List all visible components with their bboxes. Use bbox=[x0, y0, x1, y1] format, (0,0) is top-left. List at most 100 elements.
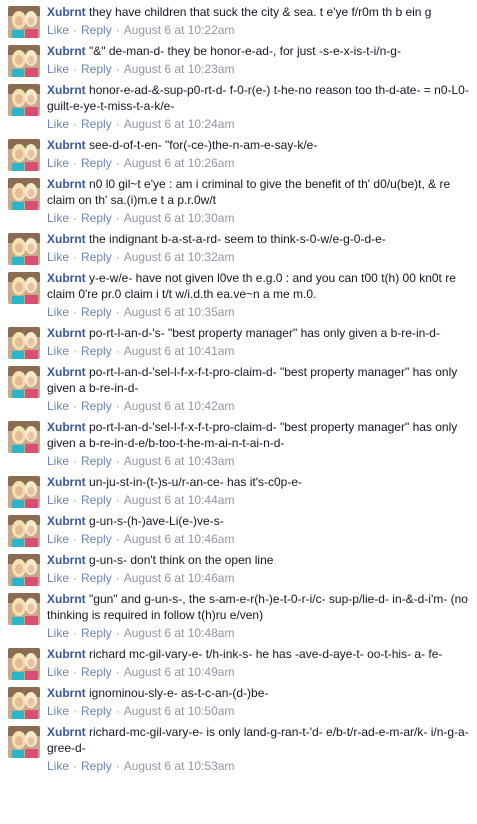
comment-text-line: Xubrnt they have children that suck the … bbox=[47, 4, 471, 20]
comment-author[interactable]: Xubrnt bbox=[47, 138, 86, 152]
separator: · bbox=[115, 626, 120, 640]
avatar[interactable] bbox=[8, 233, 40, 265]
comment-body: Xubrnt n0 l0 gil~t e'ye : am i criminal … bbox=[47, 176, 477, 227]
reply-link[interactable]: Reply bbox=[81, 454, 112, 468]
timestamp[interactable]: August 6 at 10:53am bbox=[124, 759, 235, 773]
comment-author[interactable]: Xubrnt bbox=[47, 475, 86, 489]
reply-link[interactable]: Reply bbox=[81, 665, 112, 679]
timestamp[interactable]: August 6 at 10:22am bbox=[124, 23, 235, 37]
comment-author[interactable]: Xubrnt bbox=[47, 686, 86, 700]
avatar[interactable] bbox=[8, 272, 40, 304]
comment-body: Xubrnt they have children that suck the … bbox=[47, 4, 477, 39]
avatar[interactable] bbox=[8, 178, 40, 210]
comment-body: Xubrnt honor-e-ad-&-sup-p0-rt-d- f-0-r(e… bbox=[47, 82, 477, 133]
like-link[interactable]: Like bbox=[47, 532, 69, 546]
comment-author[interactable]: Xubrnt bbox=[47, 514, 86, 528]
avatar[interactable] bbox=[8, 6, 40, 38]
reply-link[interactable]: Reply bbox=[81, 626, 112, 640]
comment: Xubrnt the indignant b-a-st-a-rd- seem t… bbox=[0, 227, 477, 266]
avatar[interactable] bbox=[8, 139, 40, 171]
reply-link[interactable]: Reply bbox=[81, 305, 112, 319]
timestamp[interactable]: August 6 at 10:24am bbox=[124, 117, 235, 131]
reply-link[interactable]: Reply bbox=[81, 571, 112, 585]
avatar[interactable] bbox=[8, 648, 40, 680]
comment-text-line: Xubrnt "gun" and g-un-s-, the s-am-e-r(h… bbox=[47, 591, 471, 623]
comment-author[interactable]: Xubrnt bbox=[47, 44, 86, 58]
reply-link[interactable]: Reply bbox=[81, 532, 112, 546]
timestamp[interactable]: August 6 at 10:49am bbox=[124, 665, 235, 679]
like-link[interactable]: Like bbox=[47, 211, 69, 225]
comment-author[interactable]: Xubrnt bbox=[47, 647, 86, 661]
timestamp[interactable]: August 6 at 10:48am bbox=[124, 626, 235, 640]
timestamp[interactable]: August 6 at 10:42am bbox=[124, 399, 235, 413]
avatar[interactable] bbox=[8, 554, 40, 586]
timestamp[interactable]: August 6 at 10:50am bbox=[124, 704, 235, 718]
timestamp[interactable]: August 6 at 10:30am bbox=[124, 211, 235, 225]
comment-author[interactable]: Xubrnt bbox=[47, 5, 86, 19]
separator: · bbox=[115, 156, 120, 170]
separator: · bbox=[115, 532, 120, 546]
timestamp[interactable]: August 6 at 10:43am bbox=[124, 454, 235, 468]
like-link[interactable]: Like bbox=[47, 571, 69, 585]
reply-link[interactable]: Reply bbox=[81, 493, 112, 507]
comment-author[interactable]: Xubrnt bbox=[47, 271, 86, 285]
reply-link[interactable]: Reply bbox=[81, 250, 112, 264]
separator: · bbox=[115, 211, 120, 225]
comment-author[interactable]: Xubrnt bbox=[47, 592, 86, 606]
avatar[interactable] bbox=[8, 515, 40, 547]
like-link[interactable]: Like bbox=[47, 305, 69, 319]
comment-author[interactable]: Xubrnt bbox=[47, 365, 86, 379]
like-link[interactable]: Like bbox=[47, 493, 69, 507]
like-link[interactable]: Like bbox=[47, 704, 69, 718]
like-link[interactable]: Like bbox=[47, 626, 69, 640]
avatar[interactable] bbox=[8, 366, 40, 398]
reply-link[interactable]: Reply bbox=[81, 704, 112, 718]
like-link[interactable]: Like bbox=[47, 759, 69, 773]
reply-link[interactable]: Reply bbox=[81, 117, 112, 131]
comment-list: Xubrnt they have children that suck the … bbox=[0, 0, 477, 775]
timestamp[interactable]: August 6 at 10:46am bbox=[124, 571, 235, 585]
comment-author[interactable]: Xubrnt bbox=[47, 725, 86, 739]
like-link[interactable]: Like bbox=[47, 665, 69, 679]
like-link[interactable]: Like bbox=[47, 454, 69, 468]
reply-link[interactable]: Reply bbox=[81, 399, 112, 413]
timestamp[interactable]: August 6 at 10:44am bbox=[124, 493, 235, 507]
comment-author[interactable]: Xubrnt bbox=[47, 326, 86, 340]
comment: Xubrnt n0 l0 gil~t e'ye : am i criminal … bbox=[0, 172, 477, 227]
comment-author[interactable]: Xubrnt bbox=[47, 232, 86, 246]
timestamp[interactable]: August 6 at 10:41am bbox=[124, 344, 235, 358]
avatar[interactable] bbox=[8, 421, 40, 453]
comment-text-line: Xubrnt richard-mc-gil-vary-e- is only la… bbox=[47, 724, 471, 756]
reply-link[interactable]: Reply bbox=[81, 62, 112, 76]
like-link[interactable]: Like bbox=[47, 344, 69, 358]
reply-link[interactable]: Reply bbox=[81, 211, 112, 225]
timestamp[interactable]: August 6 at 10:26am bbox=[124, 156, 235, 170]
comment-author[interactable]: Xubrnt bbox=[47, 177, 86, 191]
avatar[interactable] bbox=[8, 45, 40, 77]
avatar[interactable] bbox=[8, 726, 40, 758]
like-link[interactable]: Like bbox=[47, 399, 69, 413]
reply-link[interactable]: Reply bbox=[81, 344, 112, 358]
like-link[interactable]: Like bbox=[47, 23, 69, 37]
comment-author[interactable]: Xubrnt bbox=[47, 420, 86, 434]
comment-author[interactable]: Xubrnt bbox=[47, 553, 86, 567]
reply-link[interactable]: Reply bbox=[81, 759, 112, 773]
reply-link[interactable]: Reply bbox=[81, 23, 112, 37]
timestamp[interactable]: August 6 at 10:32am bbox=[124, 250, 235, 264]
like-link[interactable]: Like bbox=[47, 156, 69, 170]
timestamp[interactable]: August 6 at 10:46am bbox=[124, 532, 235, 546]
avatar[interactable] bbox=[8, 327, 40, 359]
avatar[interactable] bbox=[8, 687, 40, 719]
reply-link[interactable]: Reply bbox=[81, 156, 112, 170]
like-link[interactable]: Like bbox=[47, 117, 69, 131]
avatar[interactable] bbox=[8, 476, 40, 508]
timestamp[interactable]: August 6 at 10:35am bbox=[124, 305, 235, 319]
avatar[interactable] bbox=[8, 84, 40, 116]
avatar[interactable] bbox=[8, 593, 40, 625]
timestamp[interactable]: August 6 at 10:23am bbox=[124, 62, 235, 76]
comment-author[interactable]: Xubrnt bbox=[47, 83, 86, 97]
comment-body: Xubrnt y-e-w/e- have not given l0ve th e… bbox=[47, 270, 477, 321]
like-link[interactable]: Like bbox=[47, 62, 69, 76]
separator: · bbox=[73, 250, 78, 264]
like-link[interactable]: Like bbox=[47, 250, 69, 264]
